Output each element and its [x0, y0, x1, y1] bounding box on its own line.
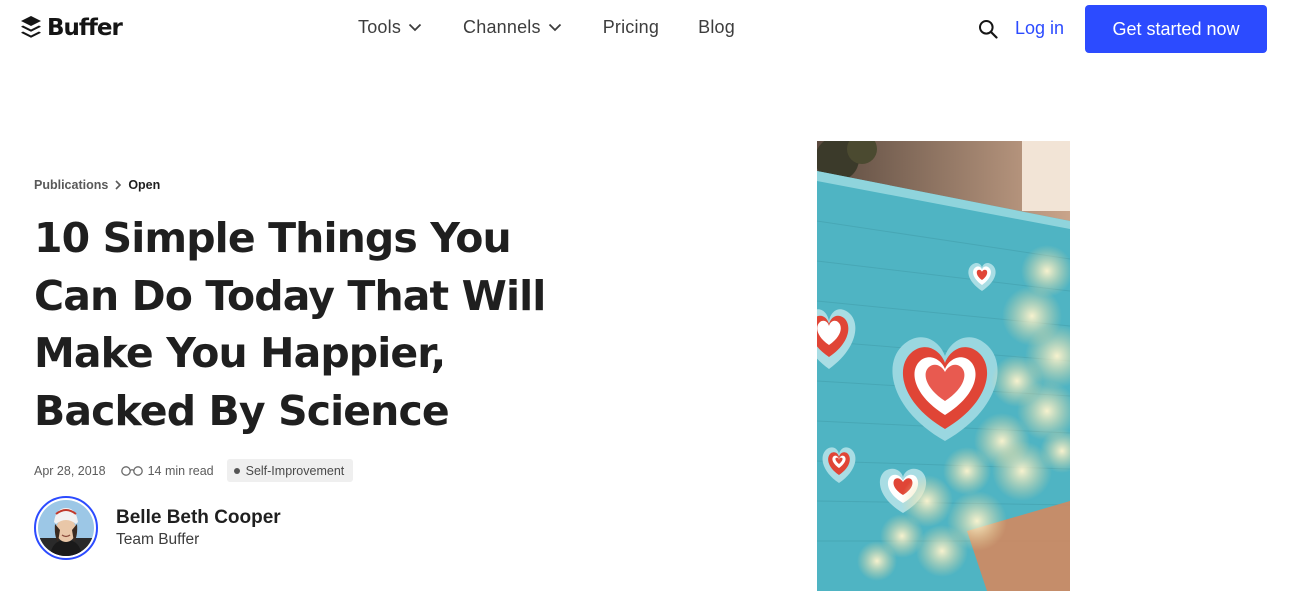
read-time: 14 min read	[147, 463, 214, 478]
chevron-right-icon	[115, 180, 122, 190]
nav-pricing-label: Pricing	[602, 17, 660, 37]
nav-channels-label: Channels	[463, 17, 541, 37]
search-icon[interactable]	[978, 19, 998, 39]
top-navigation: Buffer Tools Channels Pricing Blog Log i…	[0, 0, 1290, 58]
tag-label: Self-Improvement	[245, 463, 345, 478]
article-meta: Apr 28, 2018 14 min read Self-Improvemen…	[34, 459, 354, 482]
chevron-down-icon	[548, 23, 561, 32]
breadcrumb-publications[interactable]: Publications	[34, 178, 108, 192]
tag-dot-icon	[233, 467, 240, 474]
breadcrumb-open[interactable]: Open	[128, 178, 160, 192]
author-team: Team Buffer	[116, 531, 200, 548]
avatar-photo	[38, 500, 94, 556]
nav-blog-label: Blog	[698, 17, 735, 37]
author-block: Belle Beth Cooper Team Buffer	[34, 496, 281, 560]
main-menu: Tools Channels Pricing Blog	[358, 17, 735, 38]
breadcrumb: Publications Open	[34, 178, 160, 192]
nav-tools[interactable]: Tools	[358, 17, 422, 38]
chevron-down-icon	[408, 23, 422, 32]
category-tag[interactable]: Self-Improvement	[226, 459, 354, 482]
publish-date: Apr 28, 2018	[34, 463, 106, 478]
buffer-logo[interactable]: Buffer	[20, 15, 123, 41]
glasses-icon	[120, 465, 143, 476]
avatar[interactable]	[34, 496, 98, 560]
nav-pricing[interactable]: Pricing	[603, 17, 659, 38]
nav-tools-label: Tools	[358, 17, 402, 37]
nav-blog[interactable]: Blog	[698, 17, 735, 38]
nav-channels[interactable]: Channels	[463, 17, 562, 38]
author-info: Belle Beth Cooper Team Buffer	[116, 506, 281, 550]
get-started-button[interactable]: Get started now	[1085, 5, 1267, 53]
buffer-layers-icon	[21, 16, 41, 38]
hero-image	[817, 141, 1070, 591]
author-name[interactable]: Belle Beth Cooper	[116, 506, 281, 530]
login-link[interactable]: Log in	[1015, 18, 1064, 39]
logo-text: Buffer	[47, 15, 123, 41]
article-title: 10 Simple Things You Can Do Today That W…	[34, 214, 546, 435]
